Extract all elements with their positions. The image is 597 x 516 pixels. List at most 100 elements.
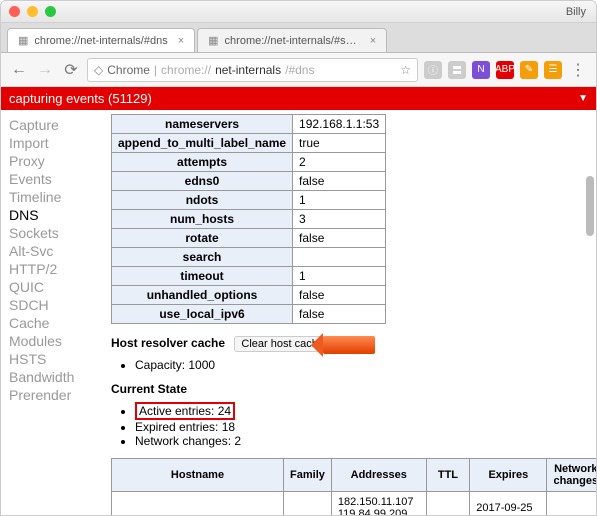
config-value: 3	[293, 210, 386, 229]
config-value: false	[293, 305, 386, 324]
config-value: false	[293, 172, 386, 191]
expired-entries-item: Expired entries: 18	[135, 420, 584, 434]
address-bar[interactable]: ◇ Chrome | chrome://net-internals/#dns ☆	[87, 58, 418, 82]
status-bar[interactable]: capturing events (51129) ▼	[1, 87, 596, 110]
config-key: nameservers	[112, 115, 293, 134]
sidebar-item-quic[interactable]: QUIC	[9, 278, 99, 296]
table-row: 0d077ef9e74d8.cdn.sohucs.comIPV4182.150.…	[112, 492, 597, 516]
close-icon[interactable]	[9, 6, 20, 17]
network-changes-item: Network changes: 2	[135, 434, 584, 448]
tab-title: chrome://net-internals/#sock	[225, 35, 360, 47]
cell-addresses: 182.150.11.107119.84.99.209182.140.217.1…	[331, 492, 426, 516]
active-entries-item: Active entries: 24	[135, 402, 584, 420]
sidebar-item-proxy[interactable]: Proxy	[9, 152, 99, 170]
scheme-icon: ◇	[94, 63, 103, 77]
sidebar-item-import[interactable]: Import	[9, 134, 99, 152]
capacity-item: Capacity: 1000	[135, 358, 584, 372]
extensions-area: ⓘ 〓 N ABP ✎ ☰	[424, 61, 562, 79]
reload-button[interactable]: ⟳	[61, 60, 81, 80]
cell-family: IPV4	[284, 492, 332, 516]
config-value: false	[293, 286, 386, 305]
config-value: 1	[293, 267, 386, 286]
browser-tab[interactable]: ▦ chrome://net-internals/#dns ×	[7, 28, 195, 52]
active-entries-highlight: Active entries: 24	[135, 402, 235, 420]
sidebar-item-capture[interactable]: Capture	[9, 116, 99, 134]
config-value	[293, 248, 386, 267]
extension-icon[interactable]: ⓘ	[424, 61, 442, 79]
titlebar: Billy	[1, 1, 596, 23]
config-table: nameservers192.168.1.1:53append_to_multi…	[111, 114, 386, 324]
back-button[interactable]: ←	[9, 60, 29, 80]
tab-favicon: ▦	[18, 34, 28, 47]
extension-icon[interactable]: ABP	[496, 61, 514, 79]
cell-hostname: 0d077ef9e74d8.cdn.sohucs.com	[112, 492, 284, 516]
table-header: TTL	[426, 459, 470, 492]
config-value: 1	[293, 191, 386, 210]
sidebar-item-timeline[interactable]: Timeline	[9, 188, 99, 206]
sidebar-item-modules[interactable]: Modules	[9, 332, 99, 350]
sidebar-item-bandwidth[interactable]: Bandwidth	[9, 368, 99, 386]
sidebar-item-sdch[interactable]: SDCH	[9, 296, 99, 314]
config-key: ndots	[112, 191, 293, 210]
status-text: capturing events (51129)	[9, 91, 152, 106]
sidebar-item-http2[interactable]: HTTP/2	[9, 260, 99, 278]
menu-icon[interactable]: ⋮	[568, 60, 588, 80]
forward-button[interactable]: →	[35, 60, 55, 80]
sidebar-item-altsvc[interactable]: Alt-Svc	[9, 242, 99, 260]
config-key: attempts	[112, 153, 293, 172]
config-value: 192.168.1.1:53	[293, 115, 386, 134]
main-panel: nameservers192.168.1.1:53append_to_multi…	[99, 110, 596, 515]
sidebar-item-events[interactable]: Events	[9, 170, 99, 188]
minimize-icon[interactable]	[27, 6, 38, 17]
config-key: timeout	[112, 267, 293, 286]
omnibox-scheme: Chrome	[107, 63, 150, 77]
user-name: Billy	[566, 6, 586, 18]
tab-favicon: ▦	[208, 34, 218, 47]
tab-title: chrome://net-internals/#dns	[34, 35, 167, 47]
annotation-arrow	[323, 336, 375, 354]
config-key: append_to_multi_label_name	[112, 134, 293, 153]
sidebar-item-prerender[interactable]: Prerender	[9, 386, 99, 404]
omnibox-host: chrome://	[161, 63, 211, 77]
config-value: 2	[293, 153, 386, 172]
host-resolver-label: Host resolver cache	[111, 336, 225, 350]
maximize-icon[interactable]	[45, 6, 56, 17]
bookmark-icon[interactable]: ☆	[400, 63, 411, 77]
table-header: Addresses	[331, 459, 426, 492]
extension-icon[interactable]: N	[472, 61, 490, 79]
omnibox-path: net-internals	[215, 63, 281, 77]
config-key: rotate	[112, 229, 293, 248]
current-state-heading: Current State	[111, 382, 584, 396]
config-value: true	[293, 134, 386, 153]
config-key: search	[112, 248, 293, 267]
sidebar-item-dns[interactable]: DNS	[9, 206, 99, 224]
extension-icon[interactable]: 〓	[448, 61, 466, 79]
chevron-down-icon: ▼	[578, 93, 588, 104]
omnibox-hash: /#dns	[285, 63, 314, 77]
tab-close-icon[interactable]: ×	[178, 35, 184, 47]
table-header: Expires	[470, 459, 547, 492]
tab-close-icon[interactable]: ×	[370, 35, 376, 47]
sidebar-item-hsts[interactable]: HSTS	[9, 350, 99, 368]
sidebar-item-cache[interactable]: Cache	[9, 314, 99, 332]
config-key: edns0	[112, 172, 293, 191]
config-key: num_hosts	[112, 210, 293, 229]
scrollbar[interactable]	[586, 176, 594, 236]
sidebar: CaptureImportProxyEventsTimelineDNSSocke…	[1, 110, 99, 515]
resolver-table: HostnameFamilyAddressesTTLExpiresNetwork…	[111, 458, 596, 515]
cell-nc: 2	[547, 492, 596, 516]
browser-tab[interactable]: ▦ chrome://net-internals/#sock ×	[197, 28, 387, 52]
table-header: Network changes	[547, 459, 596, 492]
sidebar-item-sockets[interactable]: Sockets	[9, 224, 99, 242]
config-value: false	[293, 229, 386, 248]
cell-ttl: 42000	[426, 492, 470, 516]
toolbar: ← → ⟳ ◇ Chrome | chrome://net-internals/…	[1, 53, 596, 87]
table-header: Hostname	[112, 459, 284, 492]
table-header: Family	[284, 459, 332, 492]
config-key: unhandled_options	[112, 286, 293, 305]
extension-icon[interactable]: ✎	[520, 61, 538, 79]
tab-strip: ▦ chrome://net-internals/#dns × ▦ chrome://n…	[1, 23, 596, 53]
extension-icon[interactable]: ☰	[544, 61, 562, 79]
config-key: use_local_ipv6	[112, 305, 293, 324]
cell-expires: 2017-09-2517:50:54.708[Expired]	[470, 492, 547, 516]
